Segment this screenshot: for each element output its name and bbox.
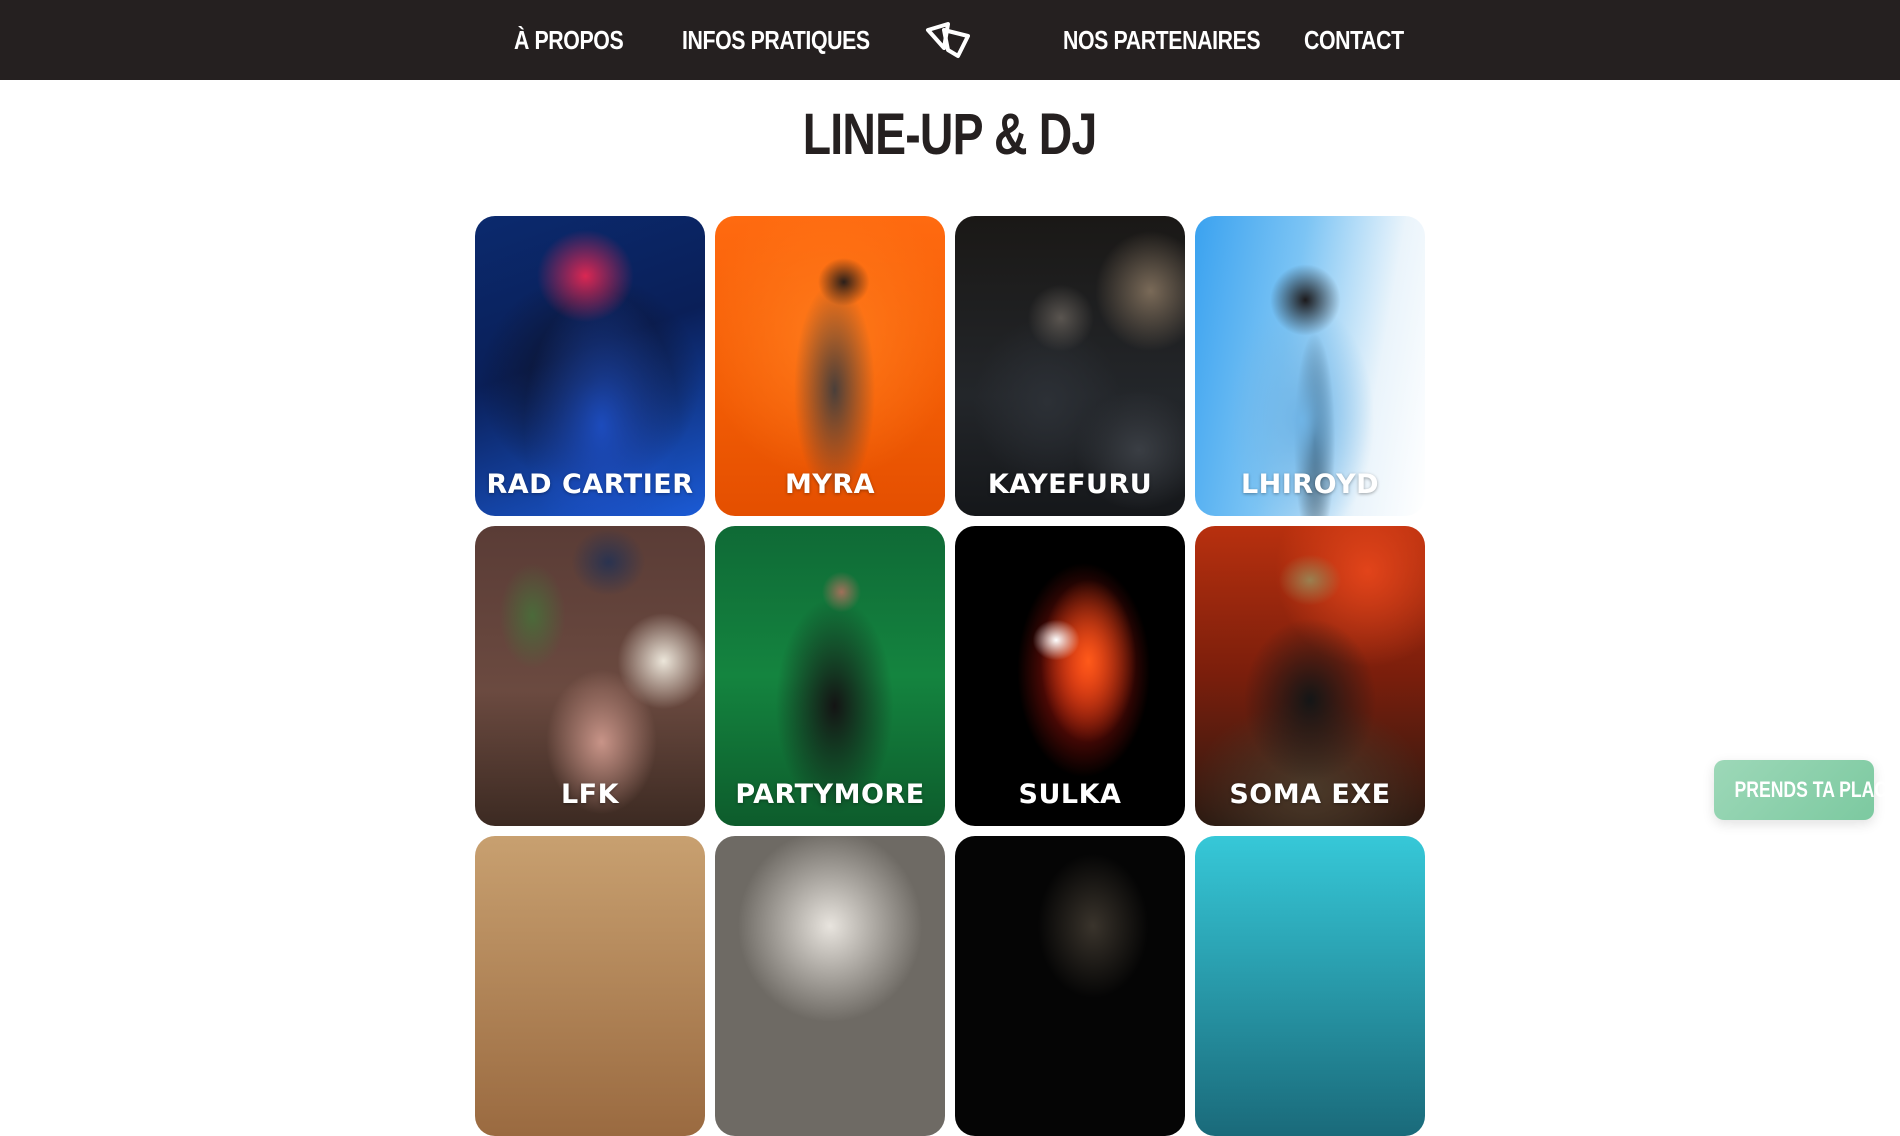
- artist-name: SOMA EXE: [1229, 779, 1391, 810]
- top-navigation-bar: À PROPOS INFOS PRATIQUES NOS PARTENAIRES…: [0, 0, 1900, 80]
- nav-item-infos-pratiques[interactable]: INFOS PRATIQUES: [682, 20, 870, 60]
- artist-card[interactable]: [715, 836, 945, 1136]
- nav-item-a-propos[interactable]: À PROPOS: [514, 20, 624, 60]
- artist-card-partymore[interactable]: PARTYMORE: [715, 526, 945, 826]
- artist-name: SULKA: [1018, 779, 1122, 810]
- book-ticket-label: PRENDS TA PLACE: [1734, 777, 1899, 802]
- bowtie-logo-icon[interactable]: [922, 16, 978, 64]
- artist-photo: [715, 836, 945, 1136]
- page-title-text: LINE-UP & DJ: [803, 102, 1098, 167]
- artist-card-lfk[interactable]: LFK: [475, 526, 705, 826]
- artist-card[interactable]: [475, 836, 705, 1136]
- artist-card-sulka[interactable]: SULKA: [955, 526, 1185, 826]
- artist-card[interactable]: [955, 836, 1185, 1136]
- page-title: LINE-UP & DJ: [0, 100, 1900, 170]
- artist-photo: [955, 836, 1185, 1136]
- artist-card-myra[interactable]: MYRA: [715, 216, 945, 516]
- nav-item-contact[interactable]: CONTACT: [1304, 20, 1404, 60]
- artist-name: MYRA: [784, 469, 876, 500]
- artist-name: PARTYMORE: [735, 779, 925, 810]
- artist-photo: [1195, 836, 1425, 1136]
- artist-name: LHIROYD: [1240, 469, 1380, 500]
- artist-photo: [475, 836, 705, 1136]
- artist-name: LFK: [560, 779, 620, 810]
- artist-name: KAYEFURU: [987, 469, 1153, 500]
- artist-name: RAD CARTIER: [486, 469, 694, 500]
- nav-item-nos-partenaires[interactable]: NOS PARTENAIRES: [1063, 20, 1261, 60]
- artist-card-soma-exe[interactable]: SOMA EXE: [1195, 526, 1425, 826]
- artist-card-rad-cartier[interactable]: RAD CARTIER: [475, 216, 705, 516]
- artist-card-kayefuru[interactable]: KAYEFURU: [955, 216, 1185, 516]
- book-ticket-button[interactable]: PRENDS TA PLACE: [1714, 760, 1899, 820]
- artist-card-lhiroyd[interactable]: LHIROYD: [1195, 216, 1425, 516]
- artist-card[interactable]: [1195, 836, 1425, 1136]
